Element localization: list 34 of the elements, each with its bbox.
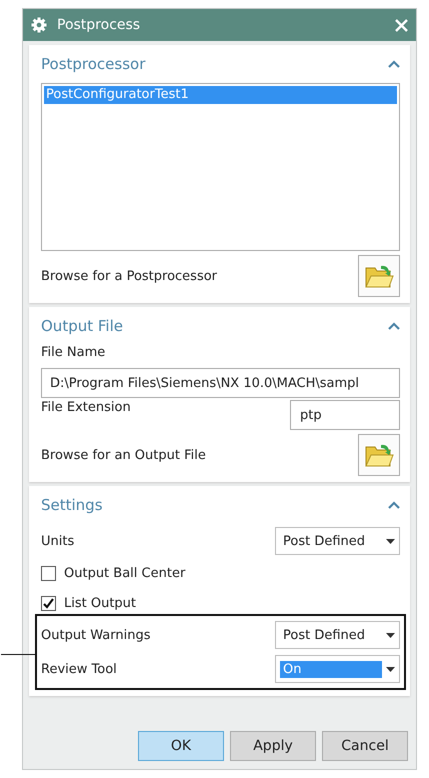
file-name-field[interactable]: D:\Program Files\Siemens\NX 10.0\MACH\sampl [41, 368, 400, 398]
section-title: Output File [41, 317, 123, 335]
checkbox-label: List Output [64, 596, 136, 610]
checkbox[interactable] [41, 596, 56, 610]
collapse-caret-icon[interactable] [388, 322, 400, 330]
field-label: File Extension [41, 400, 131, 415]
checkbox[interactable] [41, 566, 56, 580]
dialog-button[interactable]: Cancel [322, 731, 408, 761]
dropdown-arrow-icon [386, 666, 395, 672]
field-label: Review Tool [41, 662, 117, 676]
close-icon[interactable] [395, 18, 408, 32]
collapse-caret-icon[interactable] [388, 60, 400, 68]
section-title: Postprocessor [41, 55, 146, 73]
dropdown[interactable]: Post Defined [275, 621, 400, 649]
browse-button[interactable] [358, 255, 400, 297]
folder-icon [364, 263, 394, 289]
browse-label: Browse for a Postprocessor [41, 268, 218, 284]
section-title: Settings [41, 496, 103, 514]
folder-icon [364, 442, 394, 468]
field-label: Units [41, 534, 74, 548]
field-label: Output Warnings [41, 628, 151, 642]
dropdown-arrow-icon [386, 538, 395, 544]
dialog-button[interactable]: OK [138, 731, 224, 761]
window-title: Postprocess [57, 17, 142, 33]
extension-field[interactable]: ptp [290, 400, 400, 430]
field-label: File Name [41, 345, 106, 360]
checkbox-label: Output Ball Center [64, 566, 186, 580]
dropdown[interactable]: Post Defined [275, 527, 400, 555]
dialog-button[interactable]: Apply [230, 731, 316, 761]
gear-icon [31, 17, 47, 33]
browse-button[interactable] [358, 434, 400, 476]
collapse-caret-icon[interactable] [388, 501, 400, 509]
browse-label: Browse for an Output File [41, 448, 206, 462]
dropdown-arrow-icon [386, 632, 395, 638]
